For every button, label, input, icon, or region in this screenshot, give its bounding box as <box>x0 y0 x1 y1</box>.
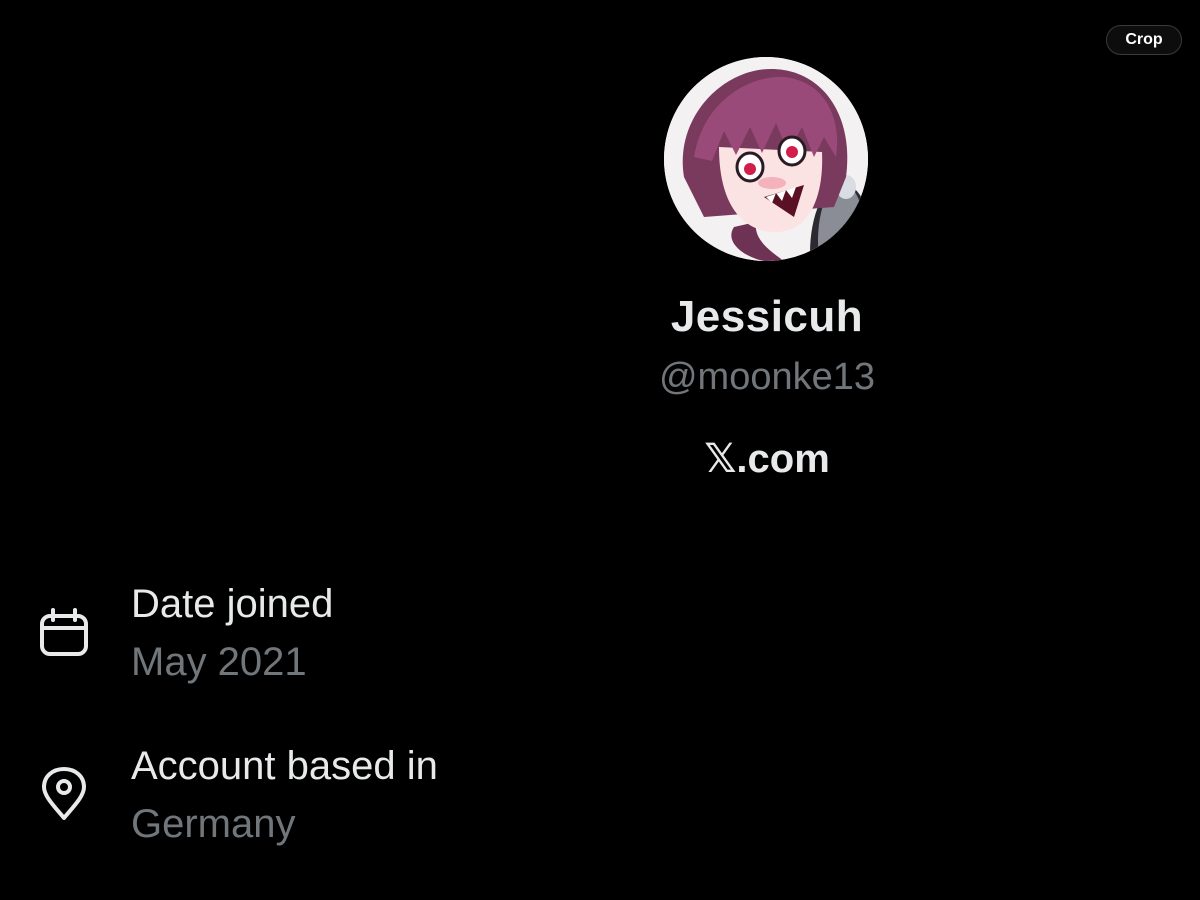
avatar-image <box>664 57 868 261</box>
account-location-label: Account based in <box>131 744 438 788</box>
profile-header: Jessicuh @moonke13 𝕏.com <box>567 0 967 520</box>
calendar-icon <box>40 608 88 656</box>
account-location-value: Germany <box>131 802 296 846</box>
display-name: Jessicuh <box>670 292 864 341</box>
date-joined-value: May 2021 <box>131 640 307 684</box>
crop-button[interactable]: Crop <box>1106 25 1182 55</box>
location-pin-icon <box>42 767 86 820</box>
date-joined-row: Date joined May 2021 <box>0 580 700 700</box>
avatar[interactable] <box>664 57 868 261</box>
date-joined-label: Date joined <box>131 582 334 626</box>
account-location-row: Account based in Germany <box>0 742 700 862</box>
site-source: 𝕏.com <box>704 437 830 481</box>
user-handle[interactable]: @moonke13 <box>567 356 967 399</box>
